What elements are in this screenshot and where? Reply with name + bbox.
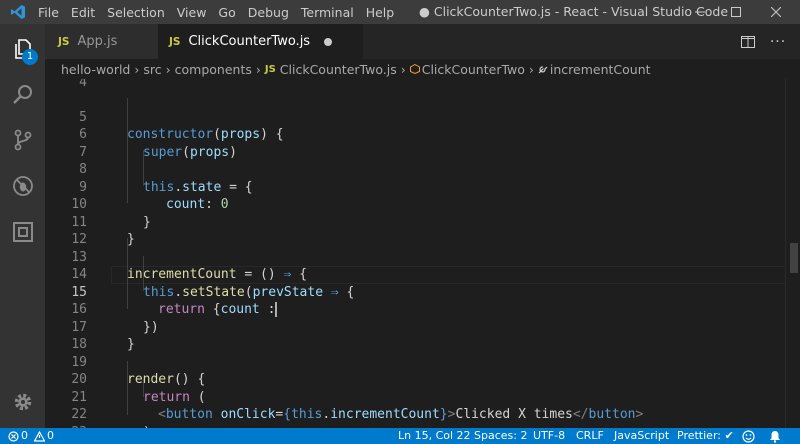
class-icon: [409, 64, 420, 74]
status-bar: 0 0 Ln 15, Col 22 Spaces: 2 UTF-8 CRLF J…: [0, 428, 800, 444]
vertical-scrollbar[interactable]: [785, 79, 800, 428]
breadcrumb-item[interactable]: ClickCounterTwo: [422, 62, 525, 77]
line-ending[interactable]: CRLF: [576, 428, 604, 444]
chevron-right-icon: ›: [134, 61, 140, 77]
js-file-icon: JS: [264, 63, 276, 75]
editor-tabs: JS App.js JS ClickCounterTwo.js: [45, 24, 800, 59]
menu-bar: File Edit Selection View Go Debug Termin…: [36, 5, 403, 20]
breadcrumb: hello-world › src › components › JS Clic…: [45, 59, 800, 79]
split-editor-icon[interactable]: [733, 24, 763, 59]
breadcrumb-item[interactable]: src: [143, 62, 161, 77]
activity-bar: 1: [0, 24, 45, 428]
breadcrumb-item[interactable]: incrementCount: [550, 62, 651, 77]
source-control-icon[interactable]: [0, 118, 45, 162]
menu-go[interactable]: Go: [215, 5, 244, 20]
chevron-right-icon: ›: [400, 61, 406, 77]
vscode-logo-icon: [0, 0, 36, 24]
wrench-icon: [538, 66, 548, 74]
language-mode[interactable]: JavaScript: [614, 428, 669, 444]
menu-file[interactable]: File: [36, 5, 68, 20]
settings-gear-icon[interactable]: [0, 380, 45, 424]
cursor-position[interactable]: Ln 15, Col 22: [398, 428, 471, 444]
minimize-icon[interactable]: [680, 0, 720, 24]
warning-count: 0: [47, 429, 54, 442]
chevron-right-icon: ›: [255, 61, 261, 77]
menu-terminal[interactable]: Terminal: [298, 5, 363, 20]
tab-label: App.js: [77, 34, 118, 49]
title-bar: File Edit Selection View Go Debug Termin…: [0, 0, 800, 24]
breadcrumb-item[interactable]: components: [175, 62, 252, 77]
explorer-icon[interactable]: 1: [0, 27, 45, 71]
explorer-badge: 1: [22, 49, 38, 65]
js-file-icon: JS: [58, 35, 70, 48]
warning-icon: [34, 430, 45, 442]
extensions-icon[interactable]: [0, 210, 45, 254]
menu-selection[interactable]: Selection: [104, 5, 174, 20]
js-file-icon: JS: [169, 35, 181, 48]
error-count: 0: [21, 429, 28, 442]
chevron-right-icon: ›: [165, 61, 171, 77]
menu-edit[interactable]: Edit: [68, 5, 104, 20]
error-icon: [8, 430, 19, 442]
problems-indicator[interactable]: 0 0: [8, 428, 54, 444]
breadcrumb-item[interactable]: ClickCounterTwo.js: [280, 62, 397, 77]
menu-help[interactable]: Help: [363, 5, 404, 20]
scrollbar-thumb[interactable]: [790, 243, 798, 273]
line-number: 4: [79, 79, 87, 90]
prettier-status[interactable]: Prettier: ✔: [677, 428, 734, 444]
unsaved-dot-icon[interactable]: [324, 37, 333, 46]
close-window-icon[interactable]: [756, 0, 796, 24]
notifications-bell-icon[interactable]: [769, 428, 781, 444]
search-icon[interactable]: [0, 73, 45, 117]
more-actions-icon[interactable]: ···: [763, 24, 793, 59]
chevron-right-icon: ›: [528, 61, 534, 77]
debug-icon[interactable]: [0, 164, 45, 208]
feedback-smiley-icon[interactable]: [742, 428, 755, 444]
tab-app-js[interactable]: JS App.js: [45, 24, 158, 59]
tab-clickcountertwo-js[interactable]: JS ClickCounterTwo.js: [158, 24, 363, 59]
encoding[interactable]: UTF-8: [533, 428, 565, 444]
menu-debug[interactable]: Debug: [245, 5, 298, 20]
tab-label: ClickCounterTwo.js: [188, 34, 311, 49]
indentation[interactable]: Spaces: 2: [474, 428, 527, 444]
breadcrumb-item[interactable]: hello-world: [61, 62, 130, 77]
menu-view[interactable]: View: [174, 5, 216, 20]
maximize-icon[interactable]: [716, 0, 756, 24]
code-editor[interactable]: 4 5 constructor(props) { 6 super(props) …: [45, 79, 800, 428]
